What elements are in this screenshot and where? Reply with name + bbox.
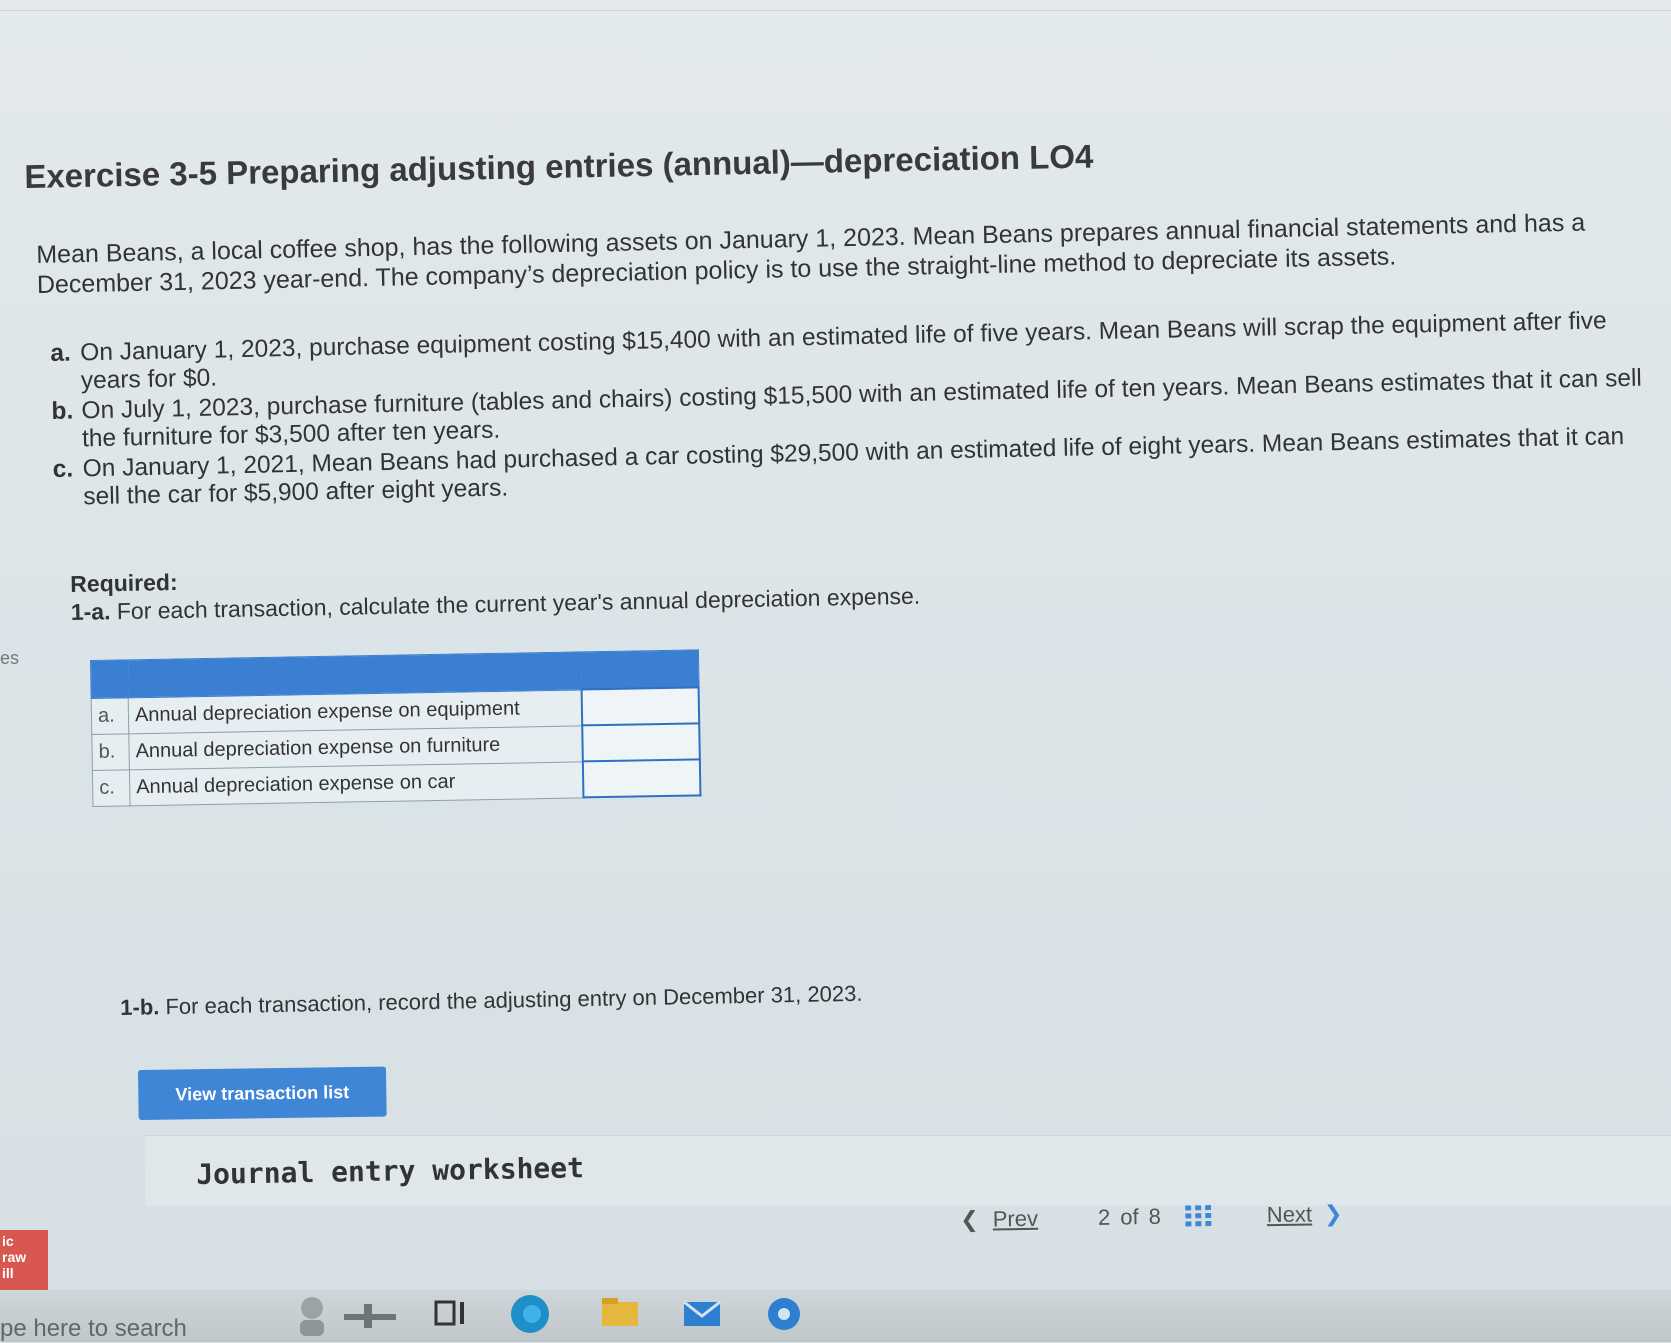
row-letter: c.: [92, 769, 131, 806]
os-taskbar: [0, 1290, 1671, 1342]
amount-cell: [582, 759, 704, 798]
step-number: 1-a.: [70, 598, 111, 625]
chevron-left-icon: ❮: [960, 1206, 979, 1232]
svg-text:ill: ill: [2, 1265, 14, 1281]
mail-icon[interactable]: [680, 1292, 724, 1336]
furniture-depreciation-input[interactable]: [583, 724, 703, 761]
amount-cell: [581, 687, 703, 726]
journal-worksheet-title: Journal entry worksheet: [196, 1151, 585, 1191]
item-letter: a.: [50, 339, 71, 367]
svg-text:raw: raw: [2, 1249, 26, 1265]
equipment-depreciation-input[interactable]: [582, 688, 703, 725]
row-label: Annual depreciation expense on car: [129, 761, 584, 806]
transaction-list: a. On January 1, 2023, purchase equipmen…: [50, 306, 1653, 513]
page-of-label: of: [1120, 1204, 1139, 1230]
pagination: ❮ Prev 2 of 8 Next ❯: [960, 1194, 1343, 1240]
grid-icon[interactable]: [1184, 1205, 1211, 1227]
edge-browser-icon[interactable]: [508, 1292, 552, 1336]
item-letter: c.: [52, 455, 74, 483]
total-pages: 8: [1148, 1203, 1162, 1230]
svg-text:ic: ic: [2, 1233, 14, 1249]
aircraft-icon[interactable]: [340, 1292, 396, 1336]
step-number: 1-b.: [120, 994, 160, 1020]
item-letter: b.: [51, 397, 74, 425]
person-icon[interactable]: [290, 1292, 334, 1336]
taskbar-search-input[interactable]: pe here to search: [0, 1315, 187, 1343]
chevron-right-icon: ❯: [1323, 1200, 1343, 1227]
amount-cell: [582, 723, 703, 762]
sidebar-partial-label: es: [0, 648, 20, 668]
publisher-logo: ic raw ill: [0, 1230, 48, 1290]
file-explorer-icon[interactable]: [598, 1292, 642, 1336]
car-depreciation-input[interactable]: [583, 760, 704, 797]
row-letter: a.: [91, 697, 129, 734]
next-button[interactable]: Next: [1267, 1201, 1313, 1228]
prev-button[interactable]: Prev: [993, 1206, 1039, 1233]
row-letter: b.: [91, 733, 130, 770]
current-page: 2: [1097, 1204, 1111, 1230]
view-transaction-list-button[interactable]: View transaction list: [138, 1066, 387, 1120]
task-view-icon[interactable]: [430, 1292, 474, 1336]
depreciation-table: a. Annual depreciation expense on equipm…: [90, 649, 704, 807]
app-icon[interactable]: [762, 1292, 806, 1336]
header-divider: [0, 10, 1671, 11]
